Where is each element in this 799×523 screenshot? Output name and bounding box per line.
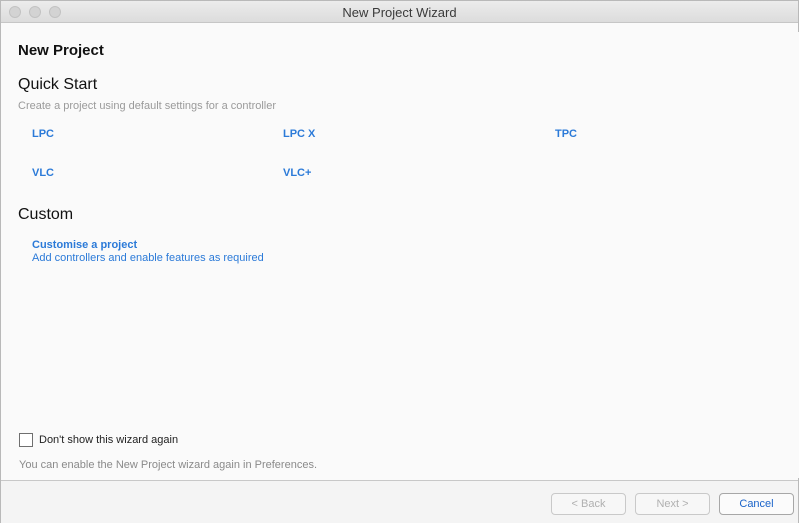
back-button[interactable]: < Back [551,493,626,515]
next-button[interactable]: Next > [635,493,710,515]
new-project-wizard-window: New Project Wizard New Project Quick Sta… [0,0,799,523]
page-title: New Project [18,42,104,59]
wizard-footer: < Back Next > Cancel [1,480,798,523]
controller-link-lpc-x[interactable]: LPC X [283,128,315,140]
controller-link-vlc-plus[interactable]: VLC+ [283,167,311,179]
dont-show-again-checkbox[interactable] [19,433,33,447]
customise-project-link[interactable]: Customise a project [32,239,137,251]
dont-show-again-row[interactable]: Don't show this wizard again [19,433,178,447]
dont-show-again-label[interactable]: Don't show this wizard again [39,434,178,446]
controller-link-lpc[interactable]: LPC [32,128,54,140]
controller-link-vlc[interactable]: VLC [32,167,54,179]
wizard-content: New Project Quick Start Create a project… [10,32,799,478]
window-title: New Project Wizard [342,5,457,20]
title-bar: New Project Wizard [1,1,798,23]
custom-title: Custom [18,206,74,223]
controller-link-tpc[interactable]: TPC [555,128,577,140]
quick-start-description: Create a project using default settings … [18,100,277,112]
cancel-button[interactable]: Cancel [719,493,794,515]
quick-start-title: Quick Start [18,76,98,93]
customise-project-description[interactable]: Add controllers and enable features as r… [32,252,264,264]
preferences-hint: You can enable the New Project wizard ag… [19,459,317,471]
